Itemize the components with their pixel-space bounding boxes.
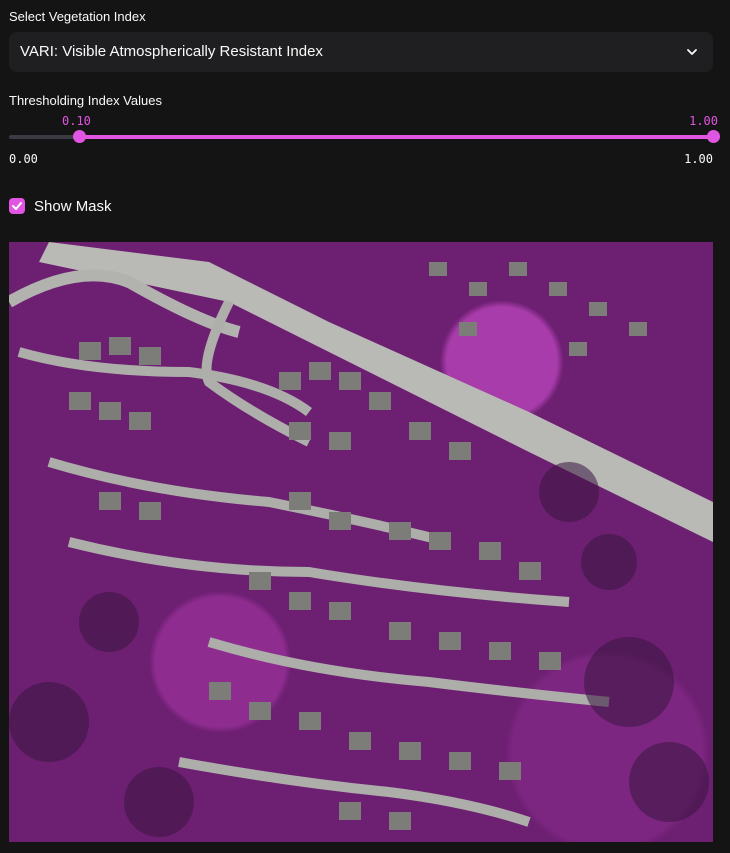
selected-index-value: VARI: Visible Atmospherically Resistant … [20,43,323,60]
chevron-down-icon[interactable] [685,45,699,59]
show-mask-checkbox[interactable] [9,198,25,214]
slider-high-value: 1.00 [689,114,718,128]
slider-selected-range [79,135,713,139]
masked-aerial-image [9,242,713,842]
vegetation-index-select[interactable]: VARI: Visible Atmospherically Resistant … [9,32,713,72]
threshold-slider-label: Thresholding Index Values [9,93,162,108]
slider-high-thumb[interactable] [706,130,720,143]
aerial-image-canvas [9,242,713,837]
select-vegetation-index-label: Select Vegetation Index [9,9,146,24]
slider-low-value: 0.10 [62,114,91,128]
slider-low-thumb[interactable] [72,130,86,143]
check-icon [12,202,22,210]
slider-max-label: 1.00 [684,152,713,166]
show-mask-label: Show Mask [34,198,112,215]
slider-min-label: 0.00 [9,152,38,166]
